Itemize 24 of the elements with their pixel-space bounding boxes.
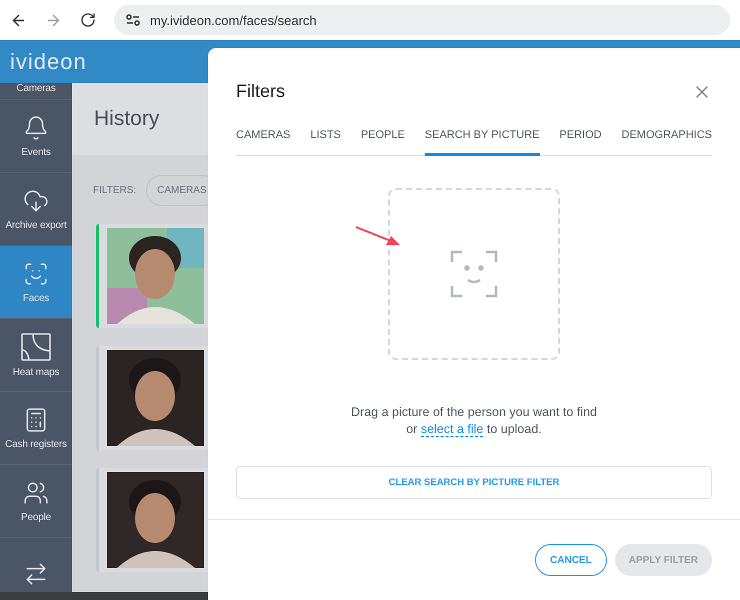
page-title: History	[94, 107, 160, 131]
tab[interactable]: CAMERAS	[236, 129, 290, 156]
face-scan-icon	[23, 260, 49, 286]
face-scan-icon	[450, 250, 498, 298]
dialog-title: Filters	[236, 81, 285, 102]
cloud-download-icon	[23, 188, 49, 214]
annotation-arrow	[355, 226, 401, 248]
map-icon	[21, 332, 51, 360]
tab[interactable]: PERIOD	[559, 129, 602, 156]
url-text: my.ivideon.com/faces/search	[150, 12, 317, 28]
logo: ivideon	[10, 48, 87, 74]
tab[interactable]: LISTS	[310, 129, 341, 156]
drop-hint: Drag a picture of the person you want to find or select a file to upload.	[350, 404, 598, 438]
tab[interactable]: PEOPLE	[360, 129, 405, 156]
people-icon	[23, 480, 49, 506]
select-file-link[interactable]: select a file	[420, 422, 484, 437]
filters-label: FILTERS:	[93, 185, 136, 196]
address-bar[interactable]: my.ivideon.com/faces/search	[114, 5, 730, 35]
bell-icon	[23, 114, 49, 140]
site-settings-icon[interactable]	[126, 14, 140, 26]
sidebar-item[interactable]: Faces	[0, 246, 72, 319]
tab[interactable]: DEMOGRAPHICS	[622, 129, 712, 156]
tab[interactable]: SEARCH BY PICTURE	[424, 129, 540, 156]
reload-icon[interactable]	[80, 12, 96, 28]
